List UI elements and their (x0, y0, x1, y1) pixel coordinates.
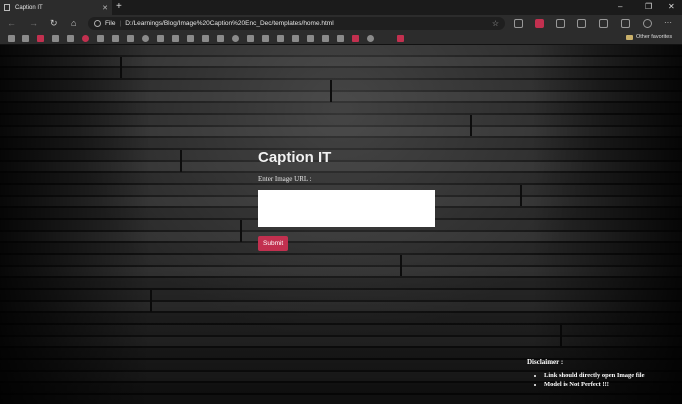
address-separator: | (119, 20, 122, 27)
disclaimer-item: Link should directly open Image file (544, 371, 682, 380)
favorite-icon[interactable] (172, 35, 179, 42)
minimize-button[interactable]: – (618, 2, 622, 11)
other-favorites[interactable]: Other favorites (626, 34, 672, 40)
profile-icon[interactable] (643, 19, 652, 28)
folder-icon (626, 34, 633, 40)
tab-strip: Caption IT ✕ + – ❐ ✕ (0, 0, 682, 15)
address-bar: ← → ↻ ⌂ File | D:/Learnings/Blog/Image%2… (0, 15, 682, 32)
forward-button[interactable]: → (29, 17, 38, 29)
disclaimer-list: Link should directly open Image file Mod… (527, 371, 682, 389)
page-icon (4, 4, 10, 11)
favorite-icon[interactable] (277, 35, 284, 42)
extension-red-icon[interactable] (535, 19, 544, 28)
disclaimer-item: Model is Not Perfect !!! (544, 380, 682, 389)
favorite-icon[interactable] (142, 35, 149, 42)
favorite-icon[interactable] (202, 35, 209, 42)
favorite-star-icon[interactable]: ☆ (492, 19, 499, 28)
favorite-icon[interactable] (247, 35, 254, 42)
scheme-label: File (105, 20, 116, 27)
close-window-button[interactable]: ✕ (668, 2, 675, 11)
info-icon[interactable] (94, 20, 101, 27)
image-url-input[interactable] (258, 190, 435, 227)
favorites-bar: Other favorites (0, 32, 682, 45)
favorite-icon[interactable] (397, 35, 404, 42)
collections-icon[interactable] (621, 19, 630, 28)
favorite-icon[interactable] (307, 35, 314, 42)
submit-button[interactable]: Submit (258, 236, 289, 251)
tab-title: Caption IT (15, 4, 43, 11)
favorite-icon[interactable] (37, 35, 44, 42)
favorite-icon[interactable] (52, 35, 59, 42)
favorite-icon[interactable] (367, 35, 374, 42)
favorite-icon[interactable] (262, 35, 269, 42)
favorite-icon[interactable] (232, 35, 239, 42)
more-menu-button[interactable]: ··· (664, 18, 672, 27)
url-omnibox[interactable]: File | D:/Learnings/Blog/Image%20Caption… (88, 17, 505, 30)
extension-icon[interactable] (556, 19, 565, 28)
page-title: Caption IT (258, 149, 332, 166)
back-button[interactable]: ← (7, 17, 16, 29)
favorite-icon[interactable] (97, 35, 104, 42)
favorite-icon[interactable] (22, 35, 29, 42)
disclaimer: Disclaimer : Link should directly open I… (527, 358, 682, 389)
tab-caption-it[interactable]: Caption IT ✕ (0, 0, 112, 15)
disclaimer-heading: Disclaimer : (527, 358, 564, 366)
reload-button[interactable]: ↻ (50, 17, 58, 29)
other-favorites-label: Other favorites (636, 34, 673, 40)
favorite-icon[interactable] (127, 35, 134, 42)
url-label: Enter Image URL : (258, 175, 312, 183)
favorite-icon[interactable] (82, 35, 89, 42)
extension-icon[interactable] (577, 19, 586, 28)
url-text[interactable]: D:/Learnings/Blog/Image%20Caption%20Enc_… (125, 20, 492, 27)
caption-form: Caption IT Enter Image URL : Submit (258, 149, 438, 251)
restore-button[interactable]: ❐ (645, 2, 652, 11)
favorite-icon[interactable] (337, 35, 344, 42)
favorite-icon[interactable] (187, 35, 194, 42)
extension-icon[interactable] (599, 19, 608, 28)
favorite-icon[interactable] (292, 35, 299, 42)
home-button[interactable]: ⌂ (71, 17, 76, 29)
extension-icon[interactable] (514, 19, 523, 28)
favorite-icon[interactable] (217, 35, 224, 42)
page-background: Caption IT Enter Image URL : Submit Disc… (0, 45, 682, 404)
favorite-icon[interactable] (112, 35, 119, 42)
favorite-icon[interactable] (322, 35, 329, 42)
favorite-icon[interactable] (157, 35, 164, 42)
favorite-icon[interactable] (8, 35, 15, 42)
favorite-icon[interactable] (352, 35, 359, 42)
new-tab-button[interactable]: + (116, 1, 122, 13)
close-tab-icon[interactable]: ✕ (102, 4, 108, 12)
favorite-icon[interactable] (67, 35, 74, 42)
